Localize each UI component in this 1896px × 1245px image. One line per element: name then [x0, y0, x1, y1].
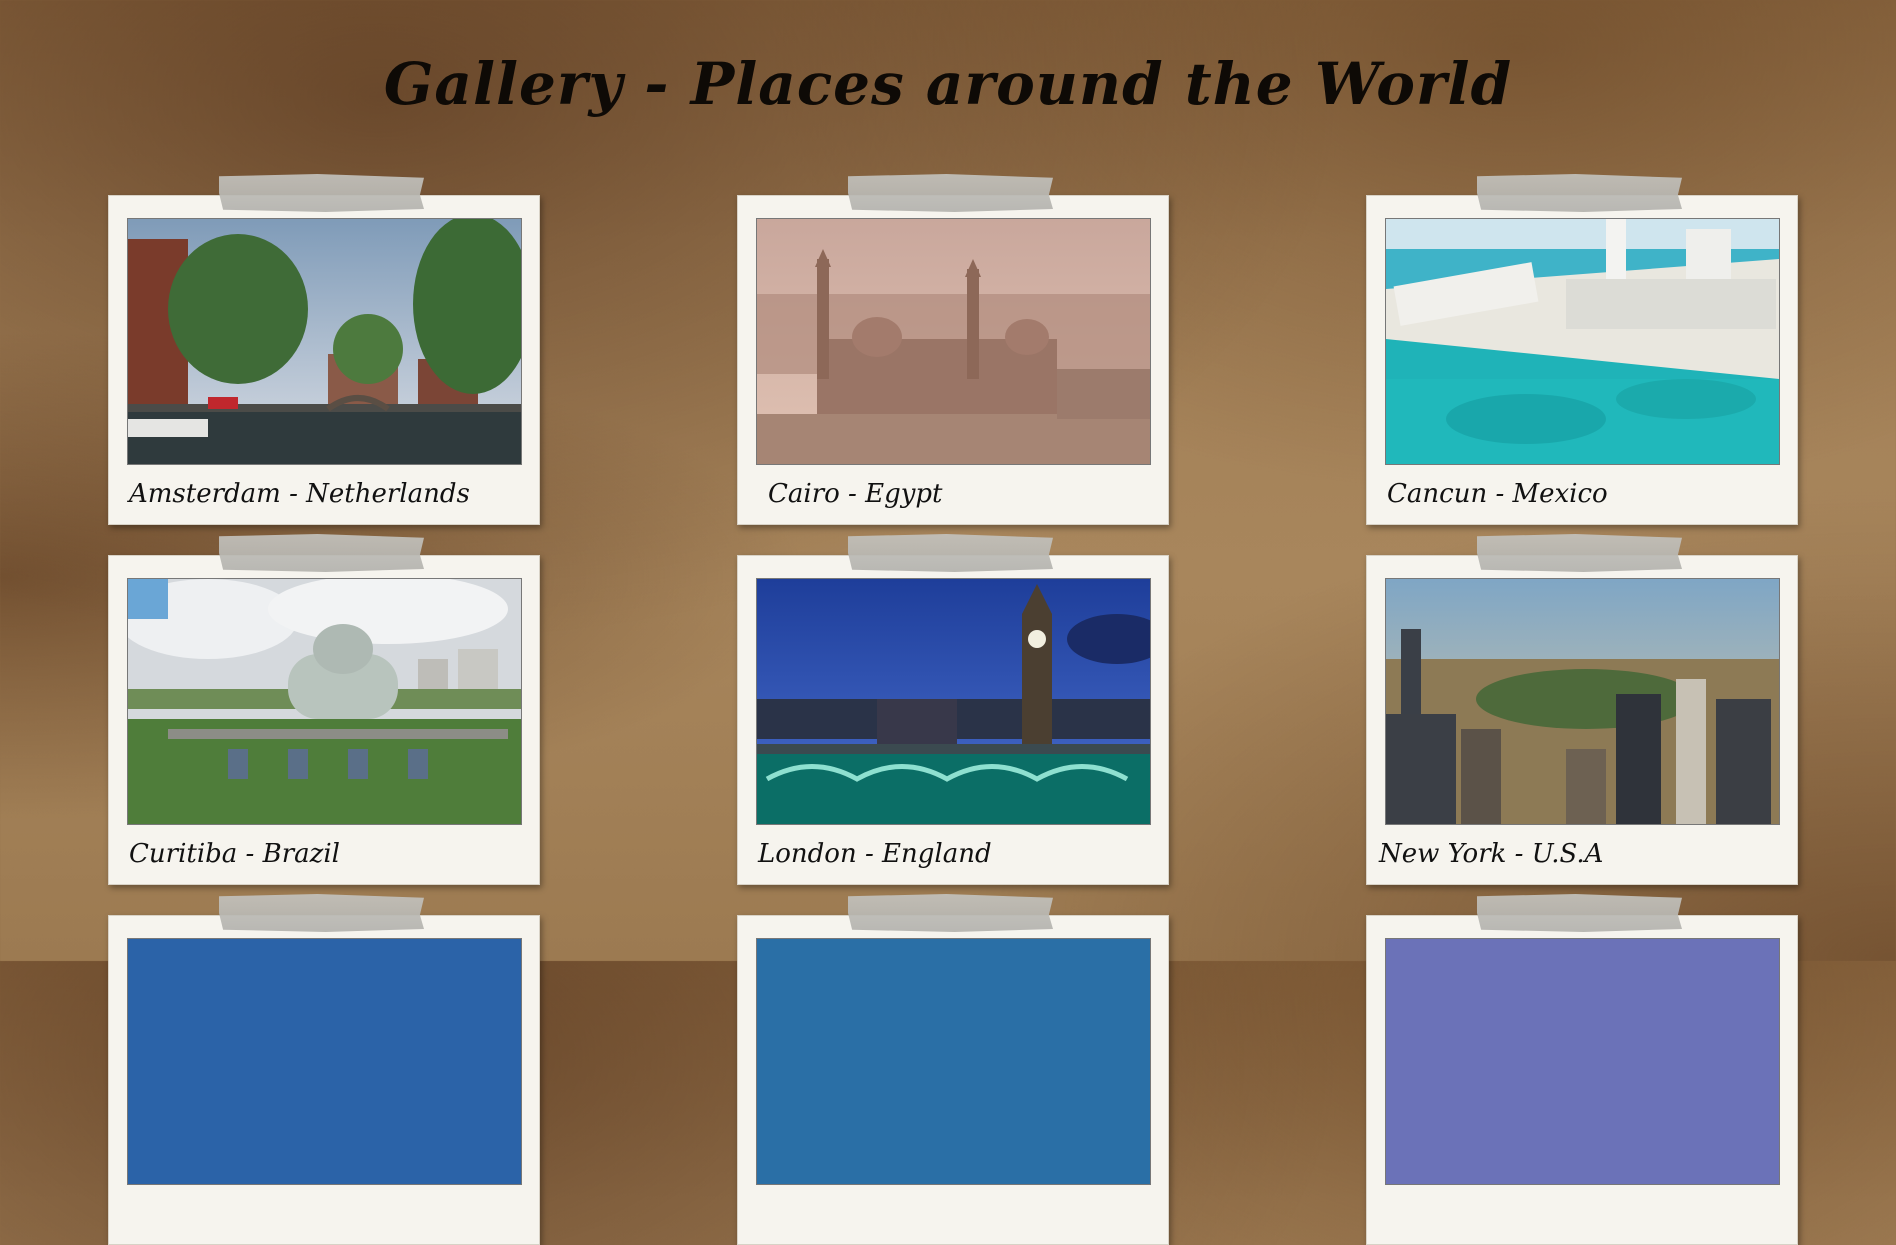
card-caption: London - England — [758, 839, 992, 869]
gallery-card-row3-left[interactable] — [108, 894, 540, 1245]
gallery-grid: Amsterdam - Netherlands Cairo - Egypt Ca… — [0, 0, 1896, 1245]
tape-strip — [848, 534, 1053, 572]
tape-strip — [848, 894, 1053, 932]
card-caption: Cairo - Egypt — [768, 479, 943, 509]
gallery-photo[interactable] — [1385, 938, 1780, 1185]
cairo-mosque-photo[interactable] — [756, 218, 1151, 465]
tape-strip — [219, 174, 424, 212]
tape-strip — [1477, 894, 1682, 932]
tape-strip — [1477, 534, 1682, 572]
gallery-card-row3-right[interactable] — [1366, 894, 1798, 1245]
gallery-card-new-york[interactable]: New York - U.S.A — [1366, 534, 1798, 885]
gallery-card-cancun[interactable]: Cancun - Mexico — [1366, 174, 1798, 525]
cancun-beach-photo[interactable] — [1385, 218, 1780, 465]
london-big-ben-photo[interactable] — [756, 578, 1151, 825]
card-caption: Amsterdam - Netherlands — [129, 479, 470, 509]
gallery-card-cairo[interactable]: Cairo - Egypt — [737, 174, 1169, 525]
gallery-card-amsterdam[interactable]: Amsterdam - Netherlands — [108, 174, 540, 525]
tape-strip — [848, 174, 1053, 212]
card-caption: Cancun - Mexico — [1387, 479, 1608, 509]
gallery-photo[interactable] — [127, 938, 522, 1185]
amsterdam-canal-photo[interactable] — [127, 218, 522, 465]
tape-strip — [1477, 174, 1682, 212]
gallery-card-london[interactable]: London - England — [737, 534, 1169, 885]
curitiba-botanical-garden-photo[interactable] — [127, 578, 522, 825]
card-caption: New York - U.S.A — [1379, 839, 1604, 869]
tape-strip — [219, 894, 424, 932]
gallery-card-curitiba[interactable]: Curitiba - Brazil — [108, 534, 540, 885]
card-caption: Curitiba - Brazil — [129, 839, 340, 869]
gallery-card-row3-center[interactable] — [737, 894, 1169, 1245]
new-york-skyline-photo[interactable] — [1385, 578, 1780, 825]
gallery-photo[interactable] — [756, 938, 1151, 1185]
tape-strip — [219, 534, 424, 572]
